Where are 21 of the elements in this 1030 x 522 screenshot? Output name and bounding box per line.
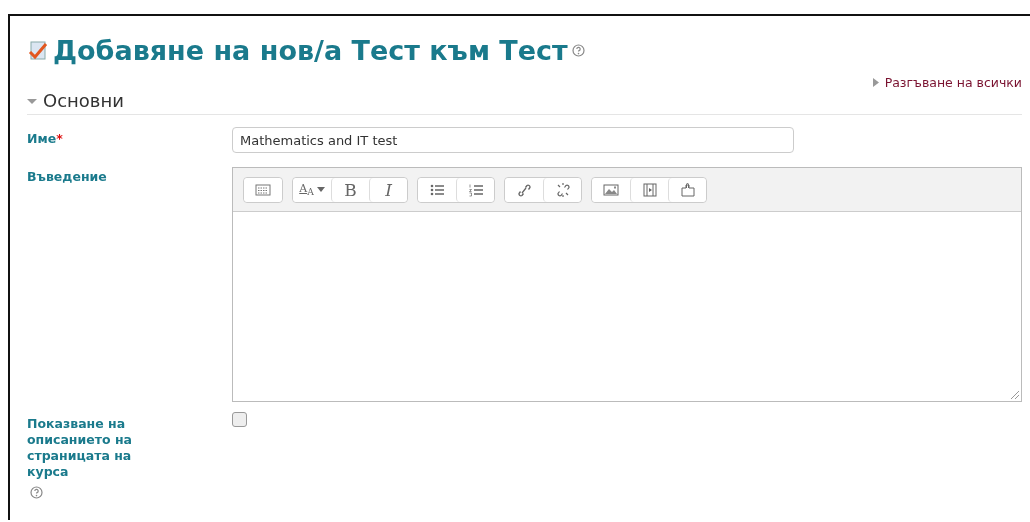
expand-all-link[interactable]: Разгъване на всички xyxy=(884,75,1022,90)
caret-icon xyxy=(316,187,325,192)
keyboard-button[interactable] xyxy=(244,177,282,202)
file-icon xyxy=(678,180,697,199)
italic-button[interactable]: I xyxy=(369,177,407,202)
field-label: Въведение xyxy=(27,169,108,185)
page-title: Добавяне на нов/а Тест към Тест xyxy=(53,34,568,66)
help-icon[interactable] xyxy=(571,43,585,57)
help-icon[interactable] xyxy=(30,486,43,499)
broken-link-button[interactable] xyxy=(543,177,581,202)
name-input[interactable]: Mathematics and IT test xyxy=(232,127,794,153)
numbered-list-button[interactable] xyxy=(456,177,494,202)
field-label: Име* xyxy=(27,131,64,147)
checkbox[interactable] xyxy=(232,412,247,427)
expand-arrow-icon xyxy=(872,78,879,87)
file-button[interactable] xyxy=(668,177,706,202)
field-label: Показване на описанието на страницата на курса xyxy=(27,416,133,480)
resize-handle-icon[interactable] xyxy=(1011,391,1019,399)
checked-document-icon xyxy=(27,39,49,61)
film-icon xyxy=(640,180,659,199)
section-title[interactable]: Основни xyxy=(43,90,124,111)
